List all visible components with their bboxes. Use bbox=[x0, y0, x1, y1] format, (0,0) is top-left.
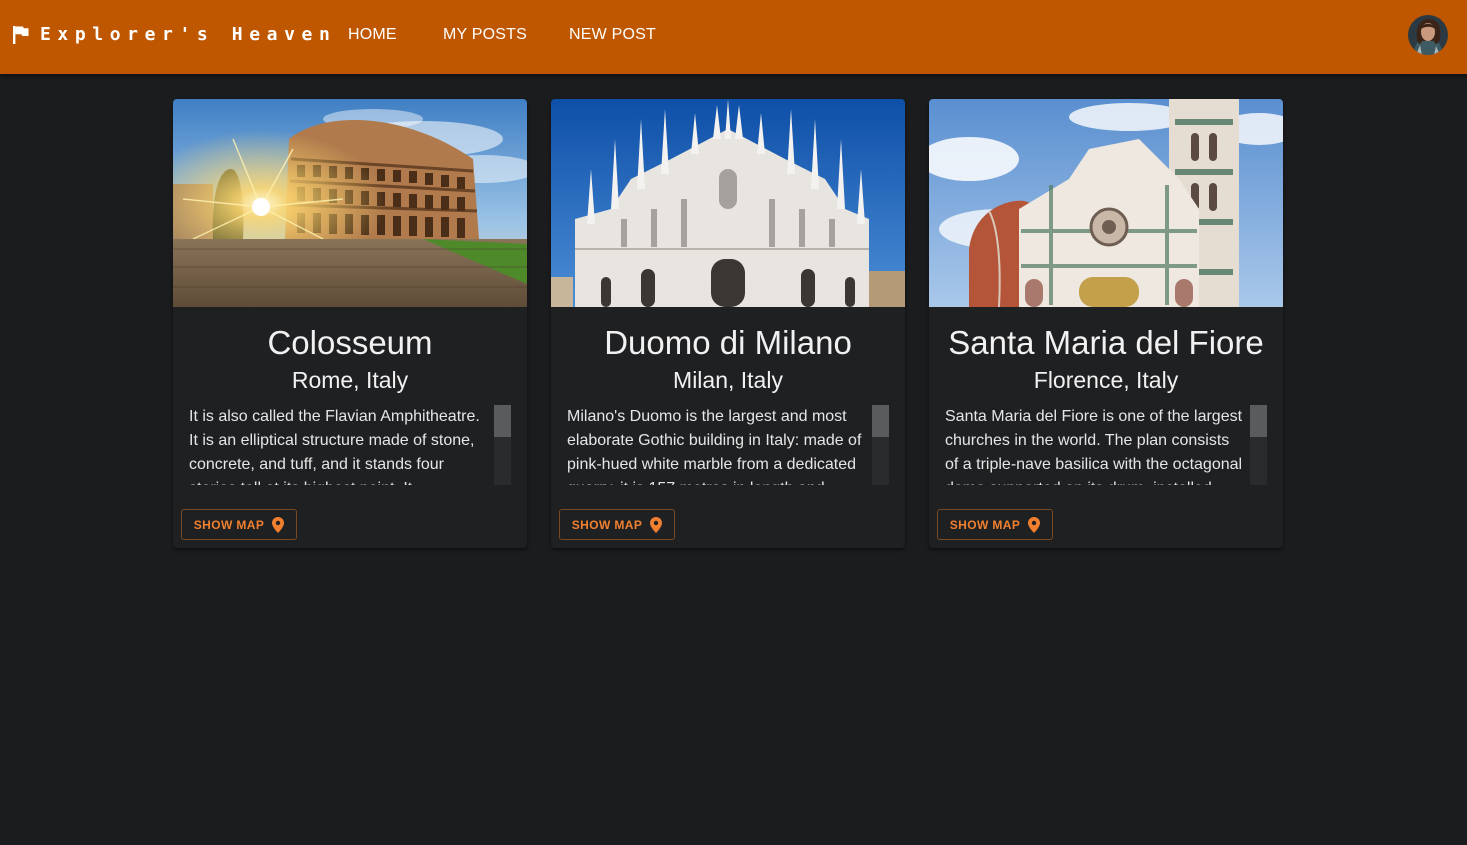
flag-icon bbox=[13, 25, 29, 44]
brand[interactable]: Explorer's Heaven bbox=[12, 24, 336, 45]
scrollbar-thumb[interactable] bbox=[872, 405, 889, 437]
post-description[interactable]: Milano's Duomo is the largest and most e… bbox=[567, 405, 889, 485]
post-location: Rome, Italy bbox=[291, 367, 409, 393]
app-bar: Explorer's Heaven HOME MY POSTS NEW POST bbox=[0, 0, 1467, 74]
location-pin-icon bbox=[650, 516, 663, 533]
scrollbar-thumb[interactable] bbox=[494, 405, 511, 437]
location-pin-icon bbox=[1028, 516, 1041, 533]
nav-my-posts-button[interactable]: MY POSTS bbox=[443, 22, 527, 48]
description-scrollbar[interactable] bbox=[494, 405, 511, 485]
post-title: Duomo di Milano bbox=[604, 324, 852, 361]
nav-home-button[interactable]: HOME bbox=[348, 22, 397, 48]
post-title: Colosseum bbox=[267, 324, 433, 361]
location-pin-icon bbox=[272, 516, 285, 533]
show-map-button[interactable]: SHOW MAP bbox=[181, 509, 297, 540]
scrollbar-thumb[interactable] bbox=[1250, 405, 1267, 437]
post-card-colosseum: Colosseum Rome, Italy It is also called … bbox=[173, 99, 527, 548]
show-map-label: SHOW MAP bbox=[571, 517, 643, 532]
post-card-santa-maria: Santa Maria del Fiore Florence, Italy Sa… bbox=[929, 99, 1283, 548]
post-image-duomo bbox=[551, 99, 905, 307]
post-image-santa-maria bbox=[929, 99, 1283, 307]
post-description[interactable]: Santa Maria del Fiore is one of the larg… bbox=[945, 405, 1267, 485]
post-location: Milan, Italy bbox=[673, 367, 783, 393]
nav-new-post-button[interactable]: NEW POST bbox=[569, 22, 656, 48]
avatar-image bbox=[1408, 15, 1448, 55]
show-map-button[interactable]: SHOW MAP bbox=[559, 509, 675, 540]
show-map-label: SHOW MAP bbox=[949, 517, 1021, 532]
app-title: Explorer's Heaven bbox=[40, 24, 337, 45]
post-title: Santa Maria del Fiore bbox=[948, 324, 1264, 361]
post-image-colosseum bbox=[173, 99, 527, 307]
post-description[interactable]: It is also called the Flavian Amphitheat… bbox=[189, 405, 511, 485]
post-location: Florence, Italy bbox=[1033, 367, 1179, 393]
description-scrollbar[interactable] bbox=[1250, 405, 1267, 485]
show-map-button[interactable]: SHOW MAP bbox=[937, 509, 1053, 540]
show-map-label: SHOW MAP bbox=[193, 517, 265, 532]
description-scrollbar[interactable] bbox=[872, 405, 889, 485]
post-card-duomo: Duomo di Milano Milan, Italy Milano's Du… bbox=[551, 99, 905, 548]
user-avatar[interactable] bbox=[1408, 15, 1448, 55]
